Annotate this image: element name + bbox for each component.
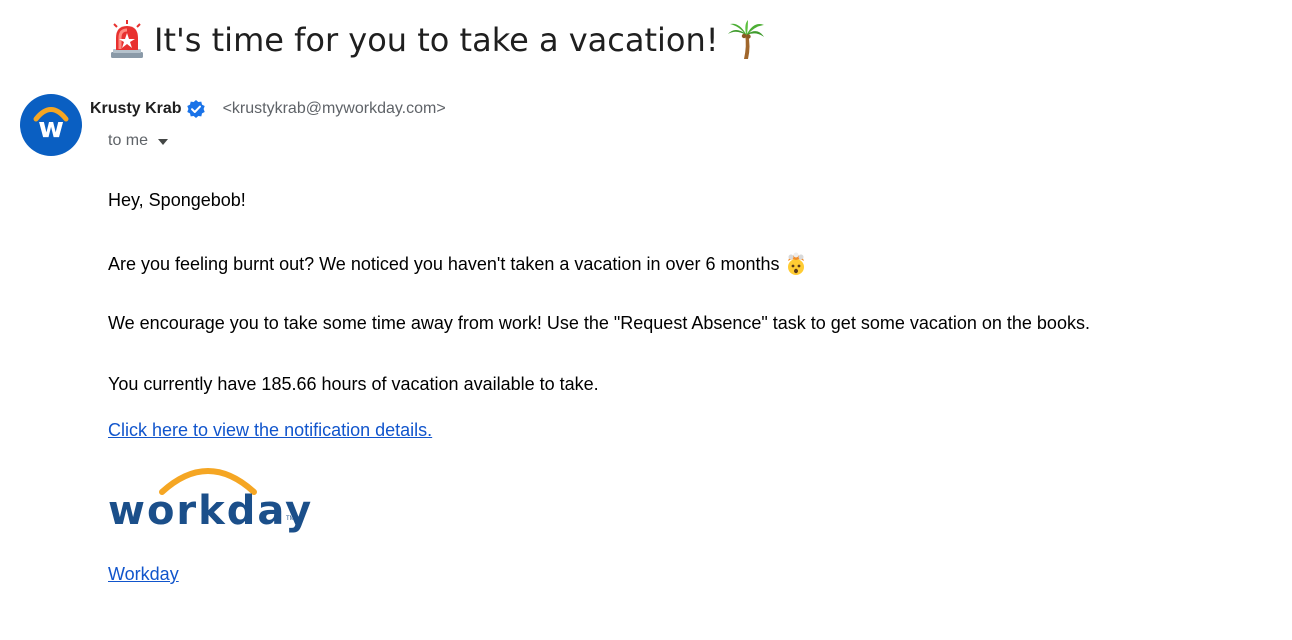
workday-footer-link[interactable]: Workday bbox=[108, 564, 179, 585]
chevron-down-icon bbox=[158, 139, 169, 145]
body-greeting: Hey, Spongebob! bbox=[108, 190, 246, 210]
sender-info: Krusty Krab <krustykrab@myworkday.com> bbox=[90, 96, 446, 122]
notification-details-link[interactable]: Click here to view the notification deta… bbox=[108, 420, 432, 441]
sender-name[interactable]: Krusty Krab bbox=[90, 100, 182, 118]
email-subject-text: It's time for you to take a vacation! bbox=[154, 21, 719, 59]
sender-avatar[interactable]: w bbox=[20, 94, 82, 156]
palm-tree-icon bbox=[727, 20, 765, 60]
workday-logo: workday TM bbox=[108, 460, 311, 540]
body-vacation-hours: You currently have 185.66 hours of vacat… bbox=[108, 374, 599, 394]
body-burnout-text: Are you feeling burnt out? We noticed yo… bbox=[108, 253, 780, 274]
recipient-label: to me bbox=[108, 132, 149, 149]
avatar-letter: w bbox=[38, 111, 64, 144]
exploding-head-icon bbox=[784, 252, 808, 276]
logo-trademark: TM bbox=[286, 516, 295, 522]
recipient-details-toggle[interactable]: to me bbox=[108, 130, 169, 152]
body-encourage: We encourage you to take some time away … bbox=[108, 313, 1090, 333]
email-subject: It's time for you to take a vacation! bbox=[108, 14, 765, 66]
logo-wordmark: workday bbox=[108, 488, 314, 534]
siren-icon bbox=[108, 20, 146, 60]
body-burnout-line: Are you feeling burnt out? We noticed yo… bbox=[108, 252, 808, 276]
sender-email: <krustykrab@myworkday.com> bbox=[222, 100, 446, 117]
verified-badge-icon bbox=[186, 99, 206, 119]
